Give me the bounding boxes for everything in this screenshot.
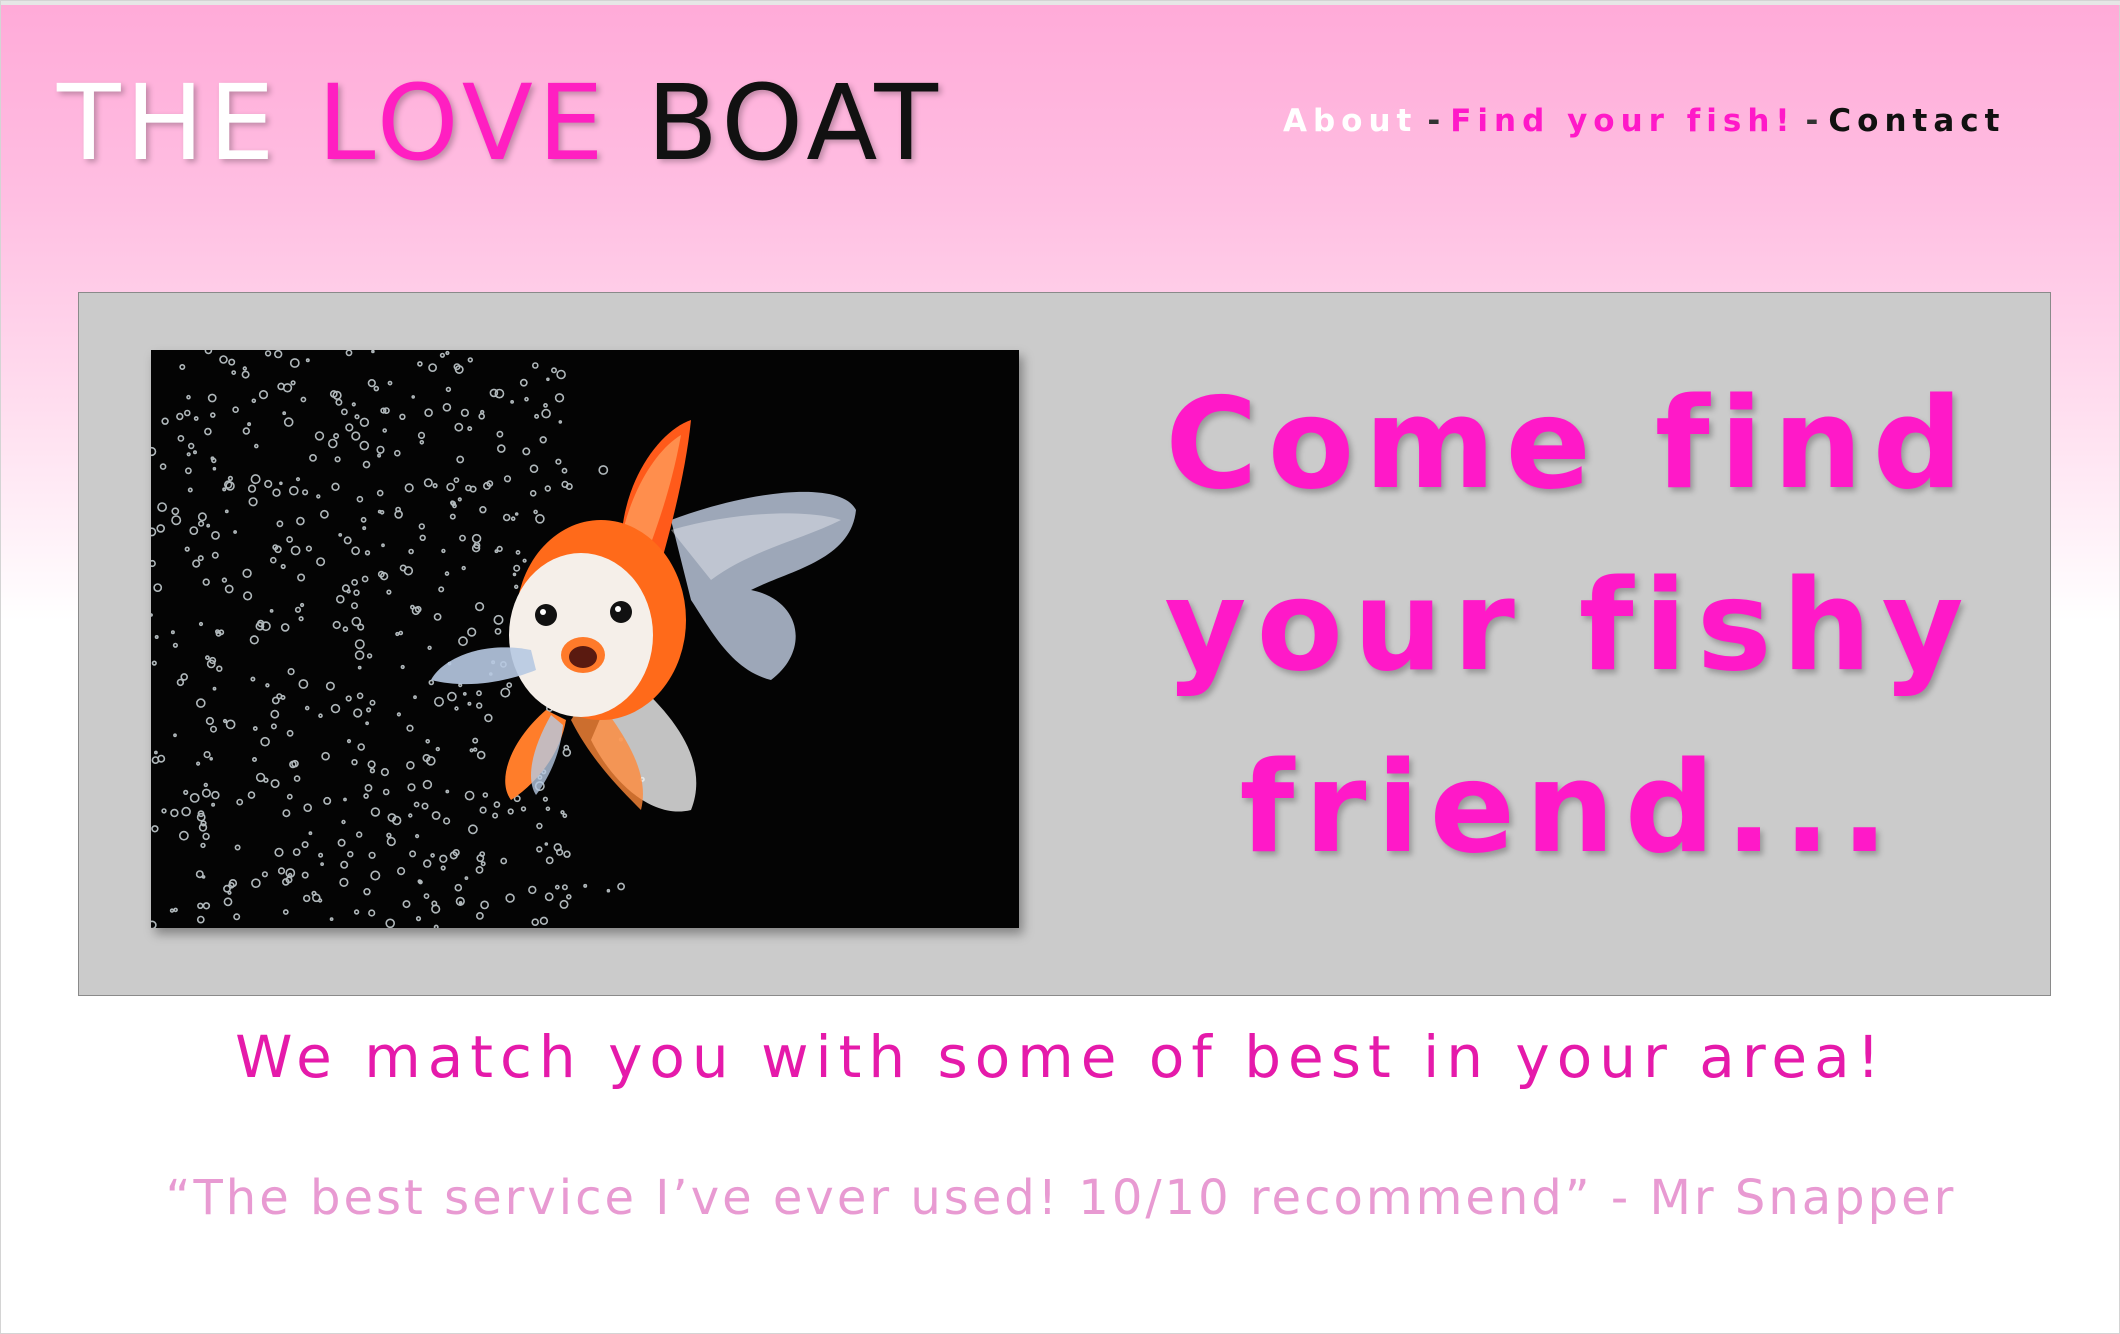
nav-contact-link[interactable]: Contact	[1828, 103, 2005, 139]
nav-about-link[interactable]: About	[1283, 103, 1417, 139]
page: THE LOVE BOAT About - Find your fish! - Cont…	[0, 0, 2120, 1334]
headline-line-1: Come find	[1165, 370, 1973, 517]
nav-separator: -	[1805, 103, 1819, 139]
tagline: We match you with some of best in your a…	[235, 1023, 1887, 1091]
goldfish-photo	[151, 350, 1019, 928]
hero-headline: Come find your fishy friend...	[1099, 353, 2039, 899]
logo-word-the: THE	[57, 62, 280, 184]
main-nav: About - Find your fish! - Contact	[1283, 101, 2005, 141]
logo-word-love: LOVE	[317, 62, 609, 184]
hero-panel: Come find your fishy friend...	[78, 292, 2051, 996]
top-border	[1, 1, 2120, 5]
headline-line-3: friend...	[1239, 734, 1899, 881]
nav-separator: -	[1427, 103, 1441, 139]
headline-line-2: your fishy	[1164, 552, 1974, 699]
testimonial-quote: “The best service I’ve ever used! 10/10 …	[165, 1170, 1957, 1226]
nav-find-fish-link[interactable]: Find your fish!	[1450, 103, 1795, 139]
site-logo[interactable]: THE LOVE BOAT	[57, 63, 943, 183]
logo-word-boat: BOAT	[646, 62, 943, 184]
goldfish-illustration	[151, 350, 1019, 928]
